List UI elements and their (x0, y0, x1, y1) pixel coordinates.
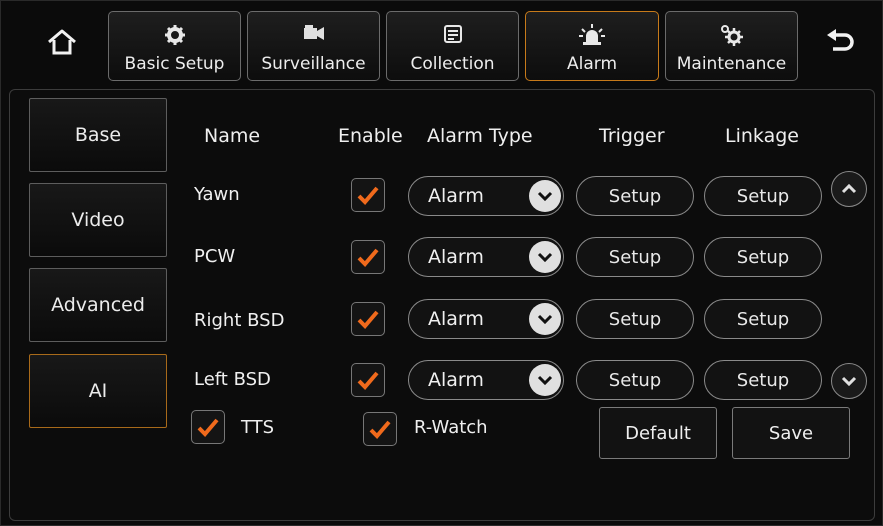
home-button[interactable] (41, 9, 83, 75)
alarm-type-select[interactable]: Alarm (408, 299, 564, 339)
rwatch-label: R-Watch (414, 417, 488, 438)
checkmark-icon (197, 418, 219, 437)
linkage-setup-button[interactable]: Setup (704, 360, 822, 400)
tab-basic-setup[interactable]: Basic Setup (108, 11, 241, 81)
sidebar-item-label: Advanced (51, 294, 145, 316)
scroll-down-button[interactable] (831, 363, 867, 399)
back-button[interactable] (819, 9, 861, 75)
trigger-setup-button[interactable]: Setup (576, 299, 694, 339)
trigger-setup-button[interactable]: Setup (576, 360, 694, 400)
trigger-setup-button[interactable]: Setup (576, 176, 694, 216)
chevron-up-icon (841, 184, 857, 194)
chevron-down-icon (841, 376, 857, 386)
column-header-linkage: Linkage (725, 125, 799, 147)
tab-label: Collection (410, 54, 495, 74)
save-button[interactable]: Save (732, 407, 850, 459)
camera-icon (303, 25, 324, 40)
tab-alarm[interactable]: Alarm (525, 11, 659, 81)
linkage-setup-button[interactable]: Setup (704, 299, 822, 339)
gears-icon (720, 25, 743, 46)
checkmark-icon (357, 371, 379, 390)
dvr-alarm-settings-screen: Basic Setup Surveillance Collection Alar… (0, 0, 883, 526)
enable-checkbox[interactable] (351, 302, 385, 336)
sidebar-item-base[interactable]: Base (29, 98, 167, 172)
checkmark-icon (369, 420, 391, 439)
tab-surveillance[interactable]: Surveillance (247, 11, 380, 81)
sidebar-item-advanced[interactable]: Advanced (29, 268, 167, 342)
alarm-type-value: Alarm (428, 369, 484, 391)
alarm-type-select[interactable]: Alarm (408, 176, 564, 216)
scroll-up-button[interactable] (831, 171, 867, 207)
tab-label: Surveillance (261, 54, 366, 74)
checkmark-icon (357, 310, 379, 329)
tab-label: Maintenance (676, 54, 787, 74)
sidebar-item-label: Base (74, 124, 122, 146)
row-name: Yawn (194, 184, 240, 205)
collection-icon (443, 25, 462, 43)
tab-maintenance[interactable]: Maintenance (665, 11, 798, 81)
linkage-setup-button[interactable]: Setup (704, 237, 822, 277)
row-name: Right BSD (194, 310, 285, 331)
tab-label: Alarm (566, 54, 618, 74)
tab-collection[interactable]: Collection (386, 11, 519, 81)
enable-checkbox[interactable] (351, 363, 385, 397)
sidebar-item-ai[interactable]: AI (29, 354, 167, 428)
alarm-type-value: Alarm (428, 185, 484, 207)
trigger-setup-button[interactable]: Setup (576, 237, 694, 277)
tts-checkbox[interactable] (191, 410, 225, 444)
back-icon (827, 29, 854, 51)
chevron-down-icon (529, 241, 561, 273)
column-header-name: Name (204, 125, 261, 147)
home-icon (48, 29, 76, 55)
siren-icon (579, 24, 605, 45)
alarm-type-select[interactable]: Alarm (408, 237, 564, 277)
row-name: PCW (194, 246, 236, 267)
rwatch-checkbox[interactable] (363, 412, 397, 446)
chevron-down-icon (529, 180, 561, 212)
alarm-type-value: Alarm (428, 246, 484, 268)
default-button[interactable]: Default (599, 407, 717, 459)
linkage-setup-button[interactable]: Setup (704, 176, 822, 216)
sidebar-item-video[interactable]: Video (29, 183, 167, 257)
checkmark-icon (357, 248, 379, 267)
enable-checkbox[interactable] (351, 178, 385, 212)
sidebar-item-label: Video (71, 209, 125, 231)
column-header-enable: Enable (338, 125, 403, 147)
alarm-type-value: Alarm (428, 308, 484, 330)
alarm-type-select[interactable]: Alarm (408, 360, 564, 400)
tts-label: TTS (241, 417, 275, 438)
tab-label: Basic Setup (124, 54, 225, 74)
chevron-down-icon (529, 303, 561, 335)
chevron-down-icon (529, 364, 561, 396)
sidebar-item-label: AI (88, 380, 108, 402)
gear-icon (164, 25, 185, 45)
checkmark-icon (357, 186, 379, 205)
column-header-alarm-type: Alarm Type (427, 125, 533, 147)
enable-checkbox[interactable] (351, 240, 385, 274)
row-name: Left BSD (194, 369, 271, 390)
column-header-trigger: Trigger (599, 125, 665, 147)
